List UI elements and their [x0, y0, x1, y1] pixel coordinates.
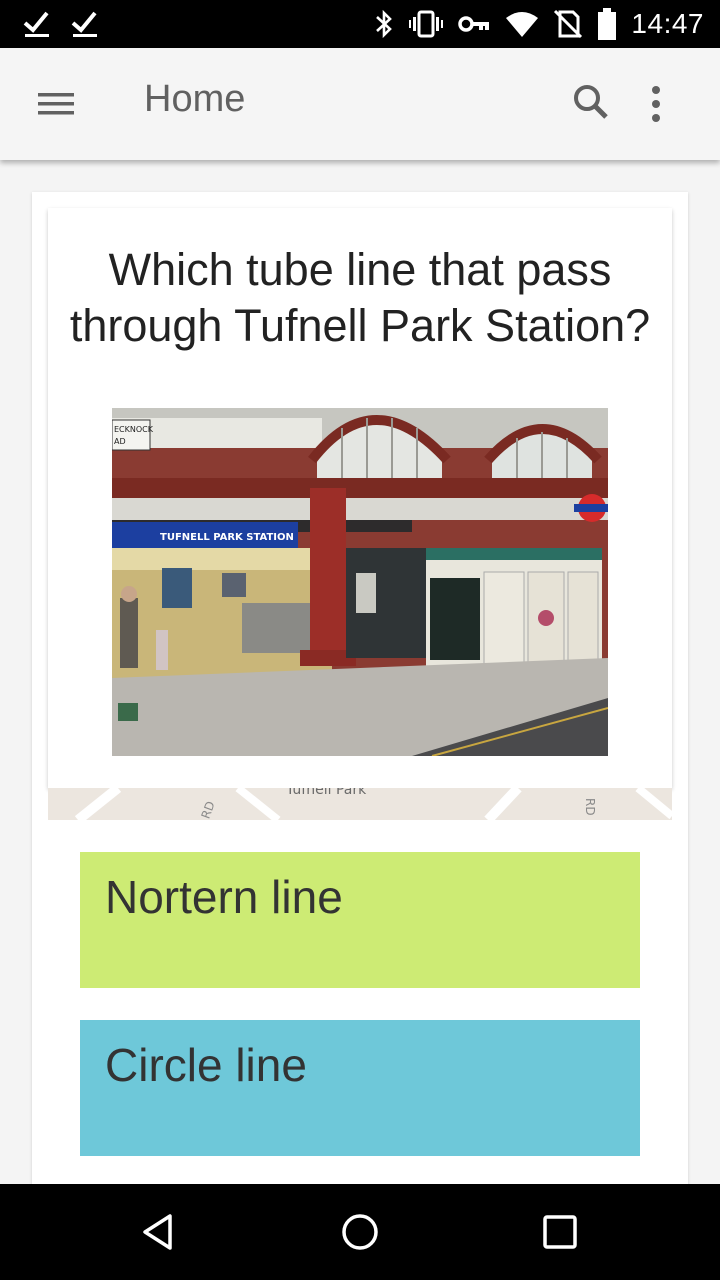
station-photo: ECKNOCK AD TUFNELL PARK STATION	[112, 408, 608, 756]
recents-square-icon[interactable]	[536, 1208, 584, 1256]
clock: 14:47	[631, 8, 704, 39]
check-icon	[22, 8, 52, 38]
home-circle-icon[interactable]	[336, 1208, 384, 1256]
map-road-label-right: RD	[583, 798, 597, 816]
back-triangle-icon[interactable]	[136, 1208, 184, 1256]
app-bar: Home	[0, 48, 720, 160]
vibrate-icon	[409, 9, 444, 39]
more-vert-icon[interactable]	[636, 78, 676, 130]
map-road-label-left: RD	[199, 799, 218, 820]
vpn-key-icon	[457, 9, 491, 39]
hamburger-menu-icon[interactable]	[24, 80, 88, 128]
search-icon[interactable]	[566, 78, 618, 130]
page-title: Home	[144, 78, 246, 120]
map-place-label: Tufnell Park	[285, 788, 367, 798]
answer-option-northern[interactable]: Nortern line	[80, 852, 640, 988]
battery-icon	[597, 8, 617, 40]
bluetooth-icon	[373, 9, 395, 39]
check-icon	[70, 8, 100, 38]
answer-option-circle[interactable]: Circle line	[80, 1020, 640, 1156]
no-sim-icon	[553, 9, 583, 39]
answer-label: Nortern line	[105, 871, 343, 923]
status-bar: 14:47	[0, 0, 720, 48]
question-text: Which tube line that pass through Tufnel…	[69, 244, 651, 351]
navigation-bar	[0, 1184, 720, 1280]
station-sign: TUFNELL PARK STATION	[160, 532, 294, 543]
street-sign-line-2: AD	[114, 437, 126, 446]
street-sign-line-1: ECKNOCK	[114, 425, 154, 434]
answer-label: Circle line	[105, 1039, 307, 1091]
map-strip: Tufnell Park RD RD	[48, 788, 672, 820]
wifi-icon	[505, 9, 539, 39]
